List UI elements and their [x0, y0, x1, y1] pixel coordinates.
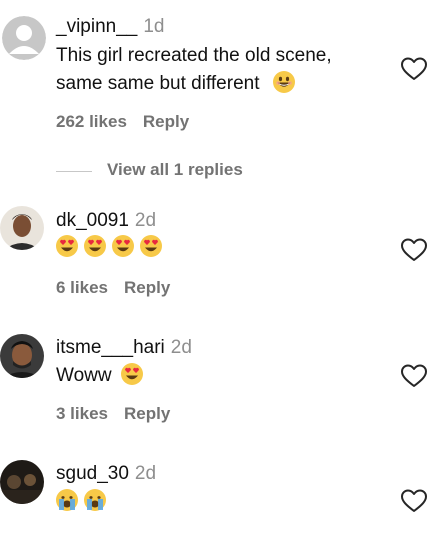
likes-count[interactable]: 3 likes	[56, 404, 108, 423]
user-avatar[interactable]	[0, 206, 44, 250]
replies-divider-line	[56, 171, 92, 172]
username[interactable]: itsme___hari	[56, 337, 165, 358]
heart-outline-icon[interactable]	[400, 363, 428, 389]
comment-meta: 3 likes Reply	[56, 404, 186, 424]
comment-meta: 262 likes Reply	[56, 112, 205, 132]
timestamp: 2d	[170, 337, 192, 358]
timestamp: 1d	[143, 16, 165, 37]
crying-face-emoji	[84, 489, 106, 511]
username[interactable]: _vipinn__	[56, 16, 137, 37]
timestamp: 2d	[134, 210, 157, 231]
heart-outline-icon[interactable]	[400, 56, 428, 82]
default-avatar[interactable]	[2, 16, 46, 60]
likes-count[interactable]: 262 likes	[56, 112, 127, 131]
comment-header: dk_0091 2d	[56, 210, 156, 232]
heart-outline-icon[interactable]	[400, 237, 428, 263]
comment-text: This girl recreated the old scene, same …	[56, 42, 332, 98]
comment-header: _vipinn__ 1d	[56, 16, 164, 38]
comment-header: sgud_30 2d	[56, 463, 156, 485]
reply-button[interactable]: Reply	[124, 278, 170, 297]
heart-eyes-emoji	[112, 235, 134, 257]
comment-text: Woww	[56, 362, 149, 390]
grinning-face-emoji	[272, 71, 295, 93]
comment-emojis	[56, 234, 168, 262]
username[interactable]: sgud_30	[56, 463, 129, 484]
view-replies-label[interactable]: View all 1 replies	[107, 160, 243, 180]
timestamp: 2d	[134, 463, 157, 484]
comment-text-line-content: same same but different	[56, 73, 260, 94]
comment-text-line-2: same same but different	[56, 70, 332, 98]
heart-outline-icon[interactable]	[400, 488, 428, 514]
user-avatar[interactable]	[0, 334, 44, 378]
heart-eyes-emoji	[120, 363, 143, 385]
heart-eyes-emoji	[140, 235, 162, 257]
user-avatar[interactable]	[0, 460, 44, 504]
comment-text-line: This girl recreated the old scene,	[56, 45, 332, 66]
heart-eyes-emoji	[84, 235, 106, 257]
heart-eyes-emoji	[56, 235, 78, 257]
reply-button[interactable]: Reply	[143, 112, 189, 131]
comment-meta: 6 likes Reply	[56, 278, 186, 298]
comment-emojis	[56, 488, 112, 516]
reply-button[interactable]: Reply	[124, 404, 170, 423]
crying-face-emoji	[56, 489, 78, 511]
comment-header: itsme___hari 2d	[56, 337, 192, 359]
likes-count[interactable]: 6 likes	[56, 278, 108, 297]
comment-text-content: Woww	[56, 365, 112, 386]
username[interactable]: dk_0091	[56, 210, 129, 231]
